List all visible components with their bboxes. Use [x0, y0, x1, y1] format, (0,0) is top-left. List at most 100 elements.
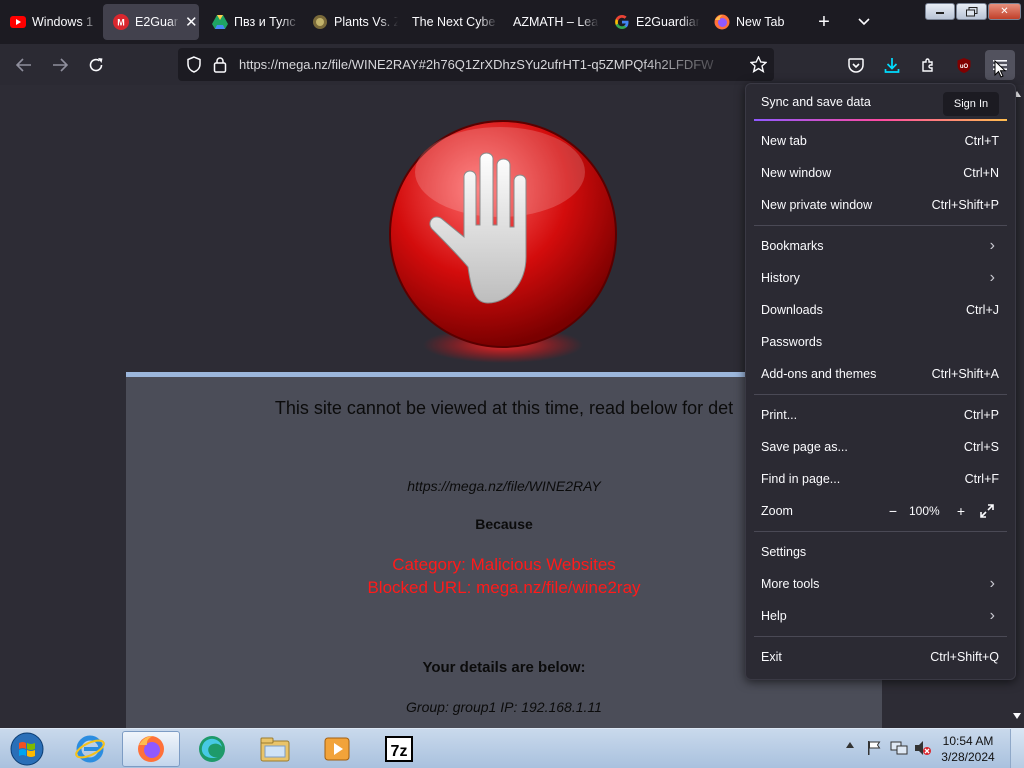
tab-pvz-tools[interactable]: Пвз и Тулс	[202, 4, 300, 40]
mouse-cursor-icon	[994, 59, 1007, 81]
tab-new-tab[interactable]: New Tab	[704, 4, 800, 40]
volume-muted-icon[interactable]	[914, 740, 932, 759]
downloads-arrow-icon[interactable]	[877, 50, 907, 80]
tab-plants-vs-zombies[interactable]: Plants Vs. Z	[302, 4, 398, 40]
menu-label: New private window	[761, 198, 873, 212]
menu-shortcut: Ctrl+P	[963, 408, 999, 422]
svg-text:uO: uO	[960, 64, 969, 70]
menu-label: Print...	[761, 408, 798, 422]
application-menu: Sync and save data Sign In New tab Ctrl+T…	[745, 83, 1016, 680]
edge-browser-icon[interactable]	[183, 731, 241, 767]
fullscreen-expand-icon[interactable]	[979, 503, 995, 522]
menu-item-passwords[interactable]: Passwords	[746, 326, 1015, 358]
close-window-button[interactable]: ✕	[988, 3, 1021, 20]
start-button-windows-orb-icon[interactable]	[2, 731, 52, 767]
google-icon	[614, 14, 630, 30]
menu-label: Add-ons and themes	[761, 367, 877, 381]
menu-label: Bookmarks	[761, 239, 824, 253]
url-bar[interactable]: https://mega.nz/file/WINE2RAY#2h76Q1ZrXD…	[178, 48, 774, 81]
internet-explorer-icon[interactable]	[61, 731, 119, 767]
tracking-protection-shield-icon[interactable]	[186, 56, 202, 76]
menu-separator	[754, 225, 1007, 226]
zoom-in-plus-icon[interactable]: +	[952, 502, 970, 520]
tab-next-cyber[interactable]: The Next Cybe	[402, 4, 498, 40]
menu-label: New window	[761, 166, 832, 180]
menu-label: New tab	[761, 134, 807, 148]
chevron-right-icon: ›	[989, 607, 995, 624]
close-tab-icon[interactable]: ✕	[185, 13, 198, 31]
menu-shortcut: Ctrl+N	[963, 166, 999, 180]
tab-e2guardian[interactable]: E2Guardian	[604, 4, 700, 40]
sync-and-save-data-item[interactable]: Sync and save data Sign In	[746, 86, 1015, 118]
zoom-out-minus-icon[interactable]: −	[884, 502, 902, 520]
menu-item-new-tab[interactable]: New tab Ctrl+T	[746, 125, 1015, 157]
network-icon[interactable]	[890, 740, 908, 759]
list-all-tabs-chevron-icon[interactable]	[848, 6, 880, 38]
menu-label: Save page as...	[761, 440, 848, 454]
extensions-puzzle-icon[interactable]	[913, 50, 943, 80]
menu-item-save-page-as[interactable]: Save page as... Ctrl+S	[746, 431, 1015, 463]
firefox-taskbar-icon[interactable]	[122, 731, 180, 767]
media-player-icon[interactable]	[308, 731, 366, 767]
svg-text:M: M	[117, 18, 125, 28]
menu-item-help[interactable]: Help ›	[746, 600, 1015, 632]
new-tab-plus-icon[interactable]: +	[808, 6, 840, 38]
url-text[interactable]: https://mega.nz/file/WINE2RAY#2h76Q1ZrXD…	[239, 57, 739, 72]
back-arrow-icon[interactable]	[9, 50, 39, 80]
menu-item-settings[interactable]: Settings	[746, 536, 1015, 568]
menu-shortcut: Ctrl+T	[964, 134, 999, 148]
tab-title: E2Guardi	[135, 15, 179, 29]
pocket-icon[interactable]	[841, 50, 871, 80]
youtube-icon	[10, 14, 26, 30]
system-clock[interactable]: 10:54 AM 3/28/2024	[938, 733, 998, 765]
sign-in-button[interactable]: Sign In	[943, 92, 999, 116]
minimize-window-button[interactable]	[925, 3, 955, 20]
7zip-icon[interactable]: 7z	[370, 731, 428, 767]
menu-item-addons-and-themes[interactable]: Add-ons and themes Ctrl+Shift+A	[746, 358, 1015, 390]
menu-item-downloads[interactable]: Downloads Ctrl+J	[746, 294, 1015, 326]
forward-arrow-icon[interactable]	[45, 50, 75, 80]
show-desktop-button[interactable]	[1010, 729, 1024, 768]
tab-azmath[interactable]: AZMATH – Lea	[503, 4, 599, 40]
tab-title: Plants Vs. Z	[334, 15, 398, 29]
stop-hand-icon	[389, 120, 617, 363]
menu-item-history[interactable]: History ›	[746, 262, 1015, 294]
tab-windows[interactable]: Windows 1	[0, 4, 100, 40]
group-ip-line: Group: group1 IP: 192.168.1.11	[406, 699, 602, 715]
menu-item-new-private-window[interactable]: New private window Ctrl+Shift+P	[746, 189, 1015, 221]
menu-label: Find in page...	[761, 472, 841, 486]
restore-window-button[interactable]	[956, 3, 987, 20]
chevron-right-icon: ›	[989, 575, 995, 592]
menu-item-new-window[interactable]: New window Ctrl+N	[746, 157, 1015, 189]
menu-separator	[754, 636, 1007, 637]
menu-item-more-tools[interactable]: More tools ›	[746, 568, 1015, 600]
ublock-origin-icon[interactable]: uO	[949, 50, 979, 80]
menu-label: More tools	[761, 577, 820, 591]
windows-taskbar: 7z 10:54 AM 3/28/2024	[0, 728, 1024, 768]
zoom-level[interactable]: 100%	[909, 504, 940, 518]
padlock-icon[interactable]	[213, 56, 227, 76]
menu-shortcut: Ctrl+F	[964, 472, 999, 486]
sync-gradient-divider	[754, 119, 1007, 121]
menu-separator	[754, 531, 1007, 532]
menu-shortcut: Ctrl+J	[966, 303, 999, 317]
tab-e2guardian-active[interactable]: M E2Guardi ✕	[103, 4, 199, 40]
menu-label: Exit	[761, 650, 782, 664]
chevron-right-icon: ›	[989, 269, 995, 286]
menu-shortcut: Ctrl+Shift+Q	[930, 650, 999, 664]
google-drive-icon	[212, 14, 228, 30]
menu-item-find-in-page[interactable]: Find in page... Ctrl+F	[746, 463, 1015, 495]
file-explorer-folder-icon[interactable]	[246, 731, 304, 767]
bookmark-star-icon[interactable]	[749, 55, 768, 76]
menu-label: Help	[761, 609, 787, 623]
menu-item-bookmarks[interactable]: Bookmarks ›	[746, 230, 1015, 262]
menu-label: Downloads	[761, 303, 823, 317]
menu-item-exit[interactable]: Exit Ctrl+Shift+Q	[746, 641, 1015, 673]
menu-shortcut: Ctrl+Shift+A	[931, 367, 999, 381]
navigation-toolbar: https://mega.nz/file/WINE2RAY#2h76Q1ZrXD…	[0, 44, 1024, 85]
show-hidden-icons-arrow-icon[interactable]	[845, 739, 855, 753]
menu-item-print[interactable]: Print... Ctrl+P	[746, 399, 1015, 431]
chevron-right-icon: ›	[989, 237, 995, 254]
reload-icon[interactable]	[81, 50, 111, 80]
action-center-flag-icon[interactable]	[866, 740, 882, 759]
